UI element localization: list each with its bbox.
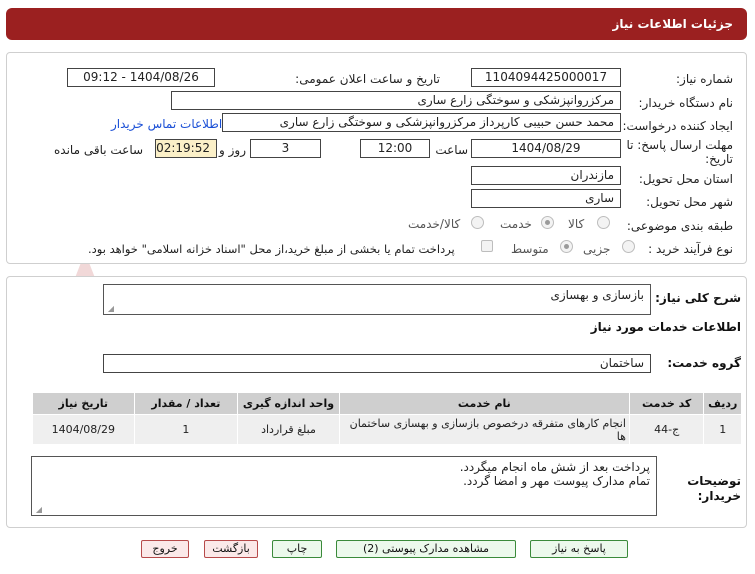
col-header-code: کد خدمت xyxy=(628,392,705,415)
province-field: مازندران xyxy=(471,166,621,185)
summary-label: شرح کلی نیاز: xyxy=(655,291,741,305)
view-attachments-button[interactable]: مشاهده مدارک پیوستی (2) xyxy=(336,540,516,558)
deadline-time-label: ساعت xyxy=(435,143,468,157)
summary-field: بازسازی و بهسازی ◢ xyxy=(103,284,651,315)
buyer-org-label: نام دستگاه خریدار: xyxy=(638,96,734,110)
creator-field: محمد حسن حبیبی کارپرداز مرکزروانپزشکی و … xyxy=(222,113,621,132)
category-label: طبقه بندی موضوعی: xyxy=(626,219,733,233)
table-row: 1 ج-44 انجام کارهای متفرقه درخصوص بازساز… xyxy=(32,414,742,445)
process-option-medium: متوسط xyxy=(511,242,549,256)
category-radio-goods[interactable] xyxy=(597,216,610,229)
service-group-label: گروه خدمت: xyxy=(667,356,741,370)
need-number-field: 1104094425000017 xyxy=(471,68,621,87)
cell-code: ج-44 xyxy=(628,414,705,445)
category-option-goods-service: کالا/خدمت xyxy=(408,217,461,231)
buyer-notes-line-1: پرداخت بعد از شش ماه انجام میگردد. xyxy=(459,460,650,474)
table-header-row: ردیف کد خدمت نام خدمت واحد اندازه گیری ت… xyxy=(32,392,742,415)
announce-datetime-label: تاریخ و ساعت اعلان عمومی: xyxy=(295,72,440,86)
cell-name: انجام کارهای متفرقه درخصوص بازسازی و بهس… xyxy=(338,414,630,445)
buyer-notes-label: توضیحات xyxy=(687,474,741,488)
days-label: روز و xyxy=(219,143,246,157)
category-radio-goods-service[interactable] xyxy=(471,216,484,229)
cell-unit: مبلغ قرارداد xyxy=(237,414,340,445)
province-label: استان محل تحویل: xyxy=(638,172,733,186)
city-label: شهر محل تحویل: xyxy=(646,195,733,209)
process-radio-minor[interactable] xyxy=(622,240,635,253)
exit-button[interactable]: خروج xyxy=(141,540,189,558)
announce-datetime-field: 1404/08/26 - 09:12 xyxy=(67,68,215,87)
page-header: جزئیات اطلاعات نیاز xyxy=(6,8,747,40)
col-header-name: نام خدمت xyxy=(338,392,630,415)
reply-button[interactable]: پاسخ به نیاز xyxy=(530,540,628,558)
col-header-date: تاریخ نیاز xyxy=(32,392,135,415)
process-radio-medium[interactable] xyxy=(560,240,573,253)
summary-text: بازسازی و بهسازی xyxy=(550,288,644,302)
deadline-date-field: 1404/08/29 xyxy=(471,139,621,158)
remaining-time-label: ساعت باقی مانده xyxy=(54,143,144,157)
page-title: جزئیات اطلاعات نیاز xyxy=(612,17,733,31)
services-heading: اطلاعات خدمات مورد نیاز xyxy=(590,320,741,334)
services-table: ردیف کد خدمت نام خدمت واحد اندازه گیری ت… xyxy=(32,392,742,445)
need-number-label: شماره نیاز: xyxy=(676,72,733,86)
process-option-minor: جزیی xyxy=(583,242,611,256)
back-button[interactable]: بازگشت xyxy=(204,540,258,558)
payment-note: پرداخت تمام یا بخشی از مبلغ خرید،از محل … xyxy=(88,242,455,256)
col-header-row: ردیف xyxy=(703,392,742,415)
cell-row: 1 xyxy=(703,414,742,445)
creator-label: ایجاد کننده درخواست: xyxy=(622,119,733,133)
deadline-label-2: تاریخ: xyxy=(705,152,733,166)
col-header-unit: واحد اندازه گیری xyxy=(237,392,340,415)
cell-date: 1404/08/29 xyxy=(32,414,135,445)
category-radio-service[interactable] xyxy=(541,216,554,229)
deadline-time-field: 12:00 xyxy=(360,139,430,158)
treasury-checkbox[interactable] xyxy=(481,240,493,252)
cell-qty: 1 xyxy=(133,414,239,445)
resize-handle-icon: ◢ xyxy=(35,505,42,514)
buyer-notes-label-2: خریدار: xyxy=(697,489,741,503)
buyer-org-field: مرکزروانپزشکی و سوختگی زارع ساری xyxy=(171,91,621,110)
category-option-goods: کالا xyxy=(568,217,585,231)
service-group-field: ساختمان xyxy=(103,354,651,373)
city-field: ساری xyxy=(471,189,621,208)
col-header-qty: تعداد / مقدار xyxy=(133,392,239,415)
days-remaining-field: 3 xyxy=(250,139,321,158)
buyer-notes-field: پرداخت بعد از شش ماه انجام میگردد. تمام … xyxy=(31,456,657,516)
buyer-notes-line-2: تمام مدارک پیوست مهر و امضا گردد. xyxy=(463,474,650,488)
deadline-label: مهلت ارسال پاسخ: تا xyxy=(626,138,733,152)
buyer-contact-link[interactable]: اطلاعات تماس خریدار xyxy=(111,117,222,131)
resize-handle-icon: ◢ xyxy=(107,304,114,313)
remaining-time-field: 02:19:52 xyxy=(155,139,217,158)
print-button[interactable]: چاپ xyxy=(272,540,322,558)
category-option-service: خدمت xyxy=(500,217,532,231)
process-label: نوع فرآیند خرید : xyxy=(648,242,733,256)
